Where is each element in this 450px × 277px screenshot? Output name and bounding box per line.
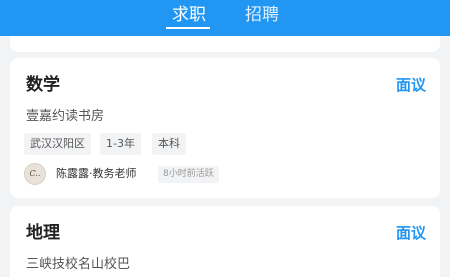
job-feed-page: 求职 招聘 数学 面议 壹嘉约读书房 武汉汉阳区 1-3年 本科 C.. 陈露露… (0, 0, 450, 277)
tag-experience: 1-3年 (100, 133, 141, 155)
recruiter-info: C.. 陈露露·教务老师 8小时前活跃 (24, 163, 424, 187)
active-tab-indicator (166, 27, 210, 29)
job-salary: 面议 (395, 224, 426, 242)
job-title: 地理 (26, 223, 60, 243)
job-card[interactable]: 数学 面议 壹嘉约读书房 武汉汉阳区 1-3年 本科 C.. 陈露露·教务老师 … (10, 58, 440, 198)
top-header: 求职 招聘 (0, 0, 450, 36)
job-title: 数学 (26, 75, 60, 95)
company-name: 三峡技校名山校巴 (26, 257, 131, 272)
job-card[interactable]: 地理 面议 三峡技校名山校巴 (10, 206, 440, 277)
active-status-badge: 8小时前活跃 (158, 166, 219, 183)
tag-education: 本科 (152, 133, 186, 155)
avatar: C.. (24, 163, 46, 185)
tab-bar: 求职 招聘 (0, 0, 450, 36)
job-salary: 面议 (395, 76, 426, 94)
tab-recruiting[interactable]: 招聘 (245, 3, 279, 29)
company-name: 壹嘉约读书房 (26, 109, 105, 124)
tag-location: 武汉汉阳区 (24, 133, 91, 155)
tab-job-seeking[interactable]: 求职 (172, 3, 206, 29)
recruiter-name: 陈露露·教务老师 (56, 167, 137, 180)
previous-job-card[interactable] (10, 36, 440, 52)
